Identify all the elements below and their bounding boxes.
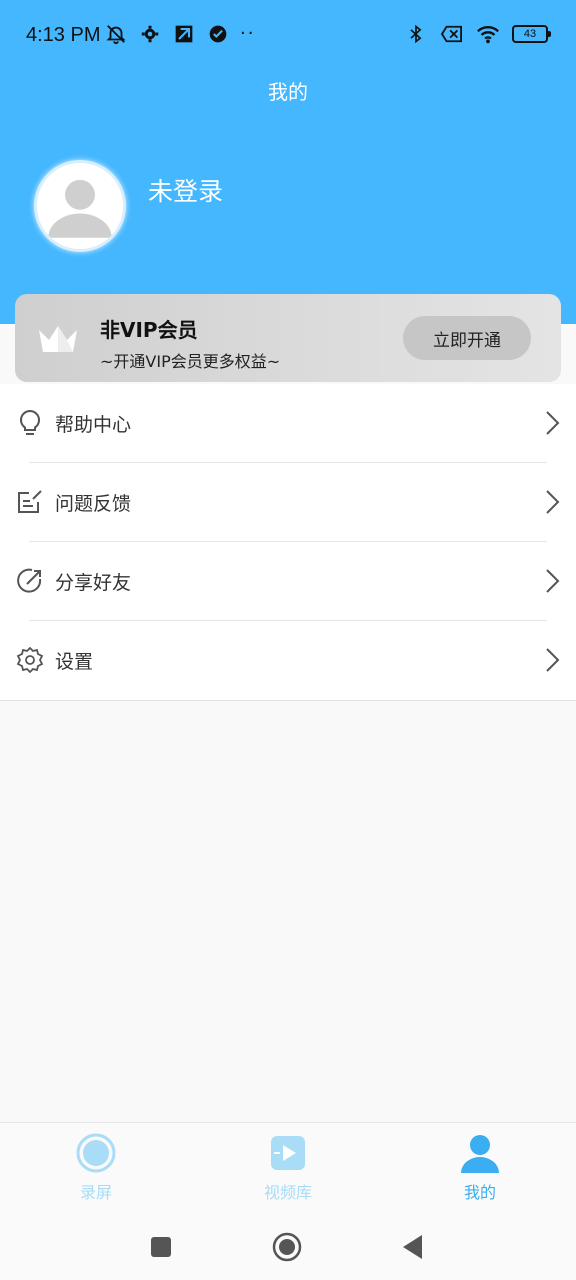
vip-title: 非VIP会员 (100, 318, 198, 342)
tab-profile[interactable]: 我的 (384, 1123, 576, 1215)
menu-item-label: 分享好友 (55, 572, 132, 594)
check-badge-icon (206, 22, 230, 46)
tab-label: 视频库 (263, 1183, 312, 1202)
vip-card: 非VIP会员 ~开通VIP会员更多权益~ 立即开通 (15, 294, 561, 382)
tab-video-library[interactable]: 视频库 (192, 1123, 384, 1215)
lightbulb-icon (19, 409, 41, 435)
muted-bell-icon (104, 22, 128, 46)
login-label[interactable]: 未登录 (148, 172, 223, 208)
feedback-icon (18, 490, 42, 513)
system-nav-bar (0, 1214, 576, 1280)
bottom-tab-bar: 录屏 视频库 我的 (0, 1122, 576, 1214)
crown-icon (39, 326, 77, 352)
status-bar: 4:13 PM ·· 43 (0, 0, 576, 72)
menu-item-settings[interactable]: 设置 (0, 621, 576, 700)
wifi-icon (476, 22, 500, 46)
menu-item-label: 问题反馈 (55, 493, 132, 515)
tab-label: 我的 (463, 1183, 496, 1202)
video-library-icon (271, 1136, 305, 1170)
bluetooth-icon (404, 22, 428, 46)
sim-off-icon (440, 22, 464, 46)
menu-item-feedback[interactable]: 问题反馈 (0, 463, 576, 542)
menu-item-help-center[interactable]: 帮助中心 (0, 384, 576, 463)
status-system-icons: 43 (404, 22, 551, 46)
tab-record[interactable]: 录屏 (0, 1123, 192, 1215)
chevron-right-icon (546, 490, 560, 514)
more-notifications-dots: ·· (240, 23, 256, 44)
gear-icon (138, 22, 162, 46)
menu-item-label: 设置 (55, 651, 94, 673)
default-avatar-icon (37, 163, 123, 249)
menu-list: 帮助中心 问题反馈 分享好友 设置 (0, 384, 576, 701)
vip-subtitle: ~开通VIP会员更多权益~ (100, 352, 281, 371)
record-icon (76, 1133, 116, 1173)
chevron-right-icon (546, 411, 560, 435)
status-time: 4:13 PM (26, 24, 101, 46)
tab-label: 录屏 (79, 1183, 112, 1202)
battery-indicator: 43 (512, 25, 551, 43)
home-icon[interactable] (272, 1232, 302, 1262)
share-icon (17, 568, 42, 593)
chevron-right-icon (546, 569, 560, 593)
avatar[interactable] (34, 160, 126, 252)
activate-vip-button[interactable]: 立即开通 (403, 316, 531, 360)
status-notification-icons: ·· (104, 22, 255, 46)
back-icon[interactable] (398, 1232, 428, 1262)
profile-icon (461, 1135, 499, 1173)
page-title: 我的 (268, 80, 308, 104)
gear-icon (16, 646, 44, 674)
menu-item-label: 帮助中心 (55, 414, 132, 436)
app-icon (172, 22, 196, 46)
menu-item-share-friends[interactable]: 分享好友 (0, 542, 576, 621)
chevron-right-icon (546, 648, 560, 672)
recents-icon[interactable] (146, 1232, 176, 1262)
